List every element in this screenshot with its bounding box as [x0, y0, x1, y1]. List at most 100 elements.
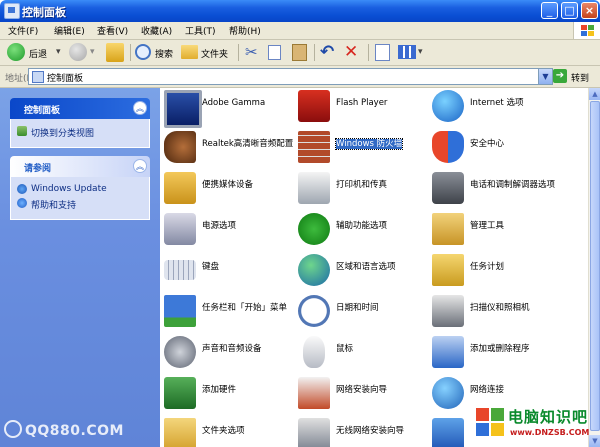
menu-file[interactable]: 文件(F)	[8, 24, 38, 37]
views-dropdown-icon[interactable]: ▾	[418, 47, 423, 57]
cpl-item-label: 鼠标	[336, 344, 354, 354]
search-icon[interactable]	[135, 44, 151, 60]
hardware-icon	[164, 377, 196, 409]
cpl-item-flash[interactable]: Flash Player	[296, 88, 430, 128]
cpl-item-accessibility[interactable]: 辅助功能选项	[296, 211, 430, 251]
cpl-item-power[interactable]: 电源选项	[162, 211, 296, 251]
cpl-item-label: 无线网络安装向导	[336, 426, 405, 436]
cpl-item-monitor[interactable]: Adobe Gamma	[162, 88, 296, 128]
cpl-item-admin-tools[interactable]: 管理工具	[430, 211, 564, 251]
globe-settings-icon	[432, 90, 464, 122]
windows-logo-icon	[573, 22, 600, 39]
cpl-item-printer[interactable]: 打印机和传真	[296, 170, 430, 210]
go-arrow-icon: ➔	[553, 69, 567, 83]
collapse-icon[interactable]: ︽	[133, 101, 147, 115]
menu-edit[interactable]: 编辑(E)	[54, 24, 85, 37]
address-dropdown-icon[interactable]: ▼	[538, 69, 552, 84]
windows-update-label: Windows Update	[31, 184, 107, 194]
cpl-item-clock[interactable]: 日期和时间	[296, 293, 430, 333]
monitor-icon	[164, 90, 202, 128]
scanner-icon	[432, 295, 464, 327]
forward-dropdown-icon[interactable]: ▾	[90, 47, 95, 57]
toolbar-separator	[238, 44, 239, 61]
go-label: 转到	[571, 74, 590, 84]
scroll-up-icon[interactable]: ▲	[589, 88, 600, 100]
see-also-box-title: 请参阅	[24, 164, 52, 174]
cpl-item-wireless[interactable]: 无线网络安装向导	[296, 416, 430, 447]
cpl-item-label: 网络连接	[470, 385, 505, 395]
switch-category-view-link[interactable]: 切换到分类视图	[11, 125, 149, 139]
paste-icon[interactable]	[292, 44, 307, 61]
cpl-item-firewall[interactable]: Windows 防火墙	[296, 129, 430, 169]
cpl-item-speaker[interactable]: Realtek高清晰音频配置	[162, 129, 296, 169]
category-view-icon	[17, 126, 27, 136]
windows-update-link[interactable]: Windows Update	[11, 183, 149, 197]
back-button[interactable]: 后退	[29, 47, 47, 60]
minimize-button[interactable]: _	[541, 2, 558, 19]
cpl-item-network-house[interactable]: 网络安装向导	[296, 375, 430, 415]
cpl-item-label: 添加硬件	[202, 385, 237, 395]
cpl-item-scanner[interactable]: 扫描仪和照相机	[430, 293, 564, 333]
collapse-icon[interactable]: ︽	[133, 159, 147, 173]
cpl-item-mouse[interactable]: 鼠标	[296, 334, 430, 374]
control-panel-items: Adobe Gamma Flash Player Internet 选项 Realte…	[160, 88, 588, 447]
menu-help[interactable]: 帮助(H)	[229, 24, 261, 37]
cpl-item-keyboard[interactable]: 键盘	[162, 252, 296, 292]
scroll-thumb[interactable]	[590, 101, 600, 431]
cpl-item-media-device[interactable]: 便携媒体设备	[162, 170, 296, 210]
back-dropdown-icon[interactable]: ▾	[56, 47, 61, 57]
delete-icon[interactable]: ✕	[344, 42, 358, 62]
cpl-item-label: 任务栏和「开始」菜单	[202, 303, 288, 313]
title-bar[interactable]: 控制面板 _ □ ×	[0, 0, 600, 22]
address-input[interactable]: 控制面板 ▼	[28, 68, 553, 85]
menu-favorites[interactable]: 收藏(A)	[141, 24, 172, 37]
copy-icon[interactable]	[268, 45, 281, 60]
forward-arrow-icon[interactable]	[69, 43, 87, 61]
cpl-item-phone[interactable]: 电话和调制解调器选项	[430, 170, 564, 210]
help-support-link[interactable]: 帮助和支持	[11, 197, 149, 211]
menu-bar: 文件(F) 编辑(E) 查看(V) 收藏(A) 工具(T) 帮助(H)	[0, 22, 600, 40]
control-panel-icon	[4, 3, 20, 19]
folders-icon[interactable]	[181, 45, 198, 59]
watermark-left: QQ880.COM	[4, 420, 124, 439]
menu-view[interactable]: 查看(V)	[97, 24, 128, 37]
back-arrow-icon[interactable]	[7, 43, 25, 61]
watermark-url-text: www.DNZSB.COM	[510, 428, 590, 437]
search-button[interactable]: 搜索	[155, 47, 173, 60]
cpl-item-label: 电源选项	[202, 221, 237, 231]
cpl-item-label: 区域和语言选项	[336, 262, 396, 272]
cpl-item-globe-settings[interactable]: Internet 选项	[430, 88, 564, 128]
speaker-icon	[164, 131, 196, 163]
address-bar: 地址(D) 控制面板 ▼ ➔ 转到	[0, 66, 600, 88]
folders-button[interactable]: 文件夹	[201, 47, 228, 60]
cpl-item-label: 管理工具	[470, 221, 505, 231]
control-panel-box-header[interactable]: 控制面板 ︽	[10, 98, 150, 119]
toolbar-separator	[314, 44, 315, 61]
cpl-item-sound[interactable]: 声音和音频设备	[162, 334, 296, 374]
properties-icon[interactable]	[375, 44, 390, 61]
cpl-item-folder-options[interactable]: 文件夹选项	[162, 416, 296, 447]
cut-icon[interactable]: ✂	[245, 43, 258, 61]
up-folder-icon[interactable]	[106, 43, 124, 62]
cpl-item-add-remove[interactable]: 添加或删除程序	[430, 334, 564, 374]
undo-icon[interactable]: ↶	[320, 42, 334, 62]
cpl-item-scheduled-tasks[interactable]: 任务计划	[430, 252, 564, 292]
cpl-item-taskbar[interactable]: 任务栏和「开始」菜单	[162, 293, 296, 333]
cpl-item-label: Windows 防火墙	[334, 138, 404, 150]
cpl-item-label: 日期和时间	[336, 303, 379, 313]
vertical-scrollbar[interactable]: ▲ ▼	[588, 88, 600, 447]
views-icon[interactable]	[398, 45, 416, 59]
close-button[interactable]: ×	[581, 2, 598, 19]
cpl-item-shield[interactable]: 安全中心	[430, 129, 564, 169]
cpl-item-hardware[interactable]: 添加硬件	[162, 375, 296, 415]
control-panel-box: 控制面板 ︽ 切换到分类视图	[10, 98, 150, 148]
printer-icon	[298, 172, 330, 204]
menu-tools[interactable]: 工具(T)	[185, 24, 216, 37]
accessibility-icon	[298, 213, 330, 245]
go-button[interactable]: ➔ 转到	[553, 68, 598, 85]
taskbar-icon	[164, 295, 196, 327]
maximize-button[interactable]: □	[561, 2, 578, 19]
see-also-box-header[interactable]: 请参阅 ︽	[10, 156, 150, 177]
cpl-item-globe[interactable]: 区域和语言选项	[296, 252, 430, 292]
address-value: 控制面板	[47, 74, 84, 84]
